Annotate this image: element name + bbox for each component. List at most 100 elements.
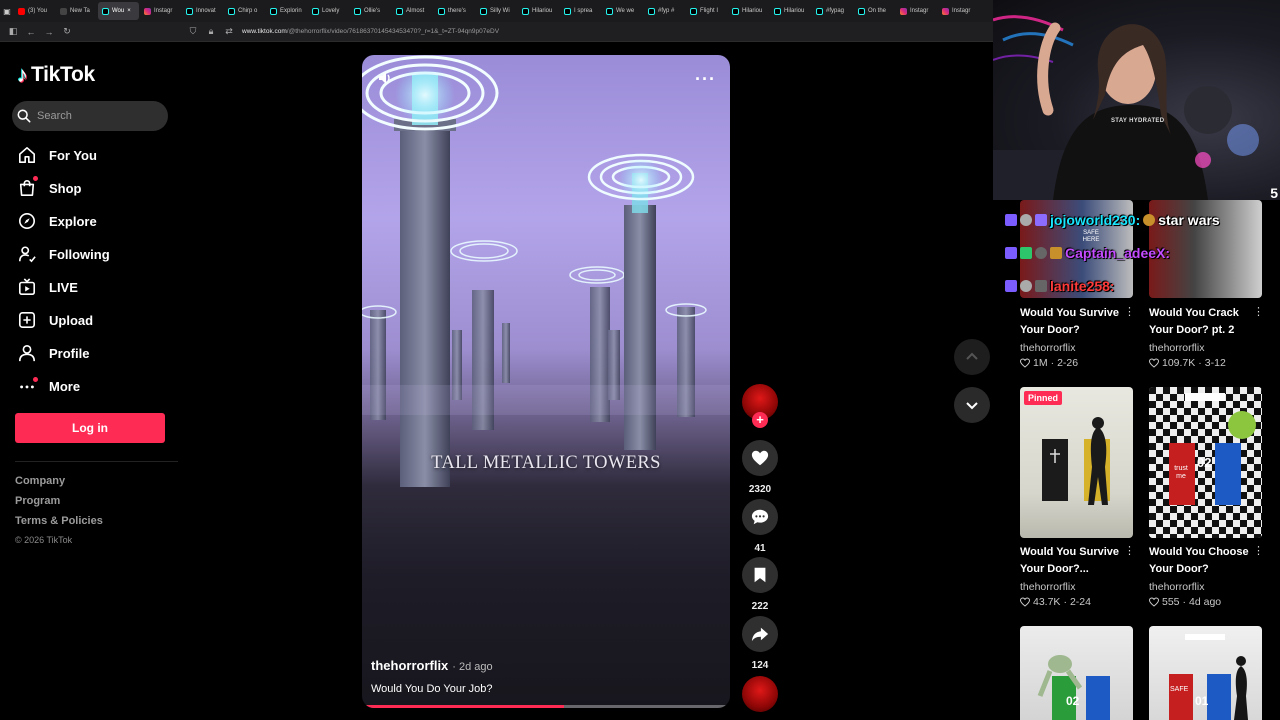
- related-author-4[interactable]: thehorrorflix: [1149, 581, 1204, 593]
- follow-button[interactable]: +: [752, 412, 768, 428]
- comment-button[interactable]: [742, 499, 778, 535]
- upload-icon: [18, 311, 36, 329]
- stats-separator: ·: [1182, 596, 1187, 608]
- related-more-icon[interactable]: ⋮: [1253, 544, 1264, 557]
- sidebar-item-more[interactable]: More: [18, 374, 80, 398]
- next-video-button[interactable]: [954, 387, 990, 423]
- browser-tab[interactable]: Innovat: [182, 2, 223, 20]
- sidebar-item-for-you[interactable]: For You: [18, 143, 97, 167]
- browser-tab[interactable]: Lovely: [308, 2, 349, 20]
- like-button[interactable]: [742, 440, 778, 476]
- permissions-icon[interactable]: ⇄: [224, 26, 234, 37]
- sidebar-item-upload[interactable]: Upload: [18, 308, 93, 332]
- related-thumb-6[interactable]: SAFE 01: [1149, 626, 1262, 720]
- save-button[interactable]: [742, 557, 778, 593]
- sidebar-item-shop[interactable]: Shop: [18, 176, 82, 200]
- login-button[interactable]: Log in: [15, 413, 165, 443]
- thumb-number: 02: [1197, 455, 1212, 470]
- tiktok-logo[interactable]: ♪ TikTok: [17, 62, 95, 88]
- browser-tab[interactable]: Instagr: [938, 2, 979, 20]
- thumb-sign-text: SAFE HERE: [1082, 230, 1100, 243]
- search-box[interactable]: [12, 101, 168, 131]
- video-player[interactable]: ··· TALL METALLIC TOWERS thehorrorflix ·…: [362, 55, 730, 708]
- lock-icon[interactable]: 🔒︎: [206, 26, 216, 37]
- browser-tab[interactable]: Hilariou: [518, 2, 559, 20]
- sidebar-item-explore[interactable]: Explore: [18, 209, 97, 233]
- related-author-3[interactable]: thehorrorflix: [1020, 581, 1075, 593]
- search-input[interactable]: [37, 110, 147, 122]
- sidebar-toggle-icon[interactable]: ◧: [8, 26, 18, 37]
- tiktok-favicon-icon: [774, 7, 781, 15]
- like-action[interactable]: 2320: [742, 440, 778, 495]
- volume-icon[interactable]: [377, 70, 393, 86]
- browser-tab[interactable]: Hilariou: [728, 2, 769, 20]
- share-button[interactable]: [742, 616, 778, 652]
- browser-tab[interactable]: Hilariou: [770, 2, 811, 20]
- music-disc-avatar[interactable]: [742, 676, 778, 712]
- forward-arrow-icon[interactable]: →: [44, 27, 54, 37]
- save-action[interactable]: 222: [742, 557, 778, 612]
- browser-tab[interactable]: On the: [854, 2, 895, 20]
- browser-tab[interactable]: Flight I: [686, 2, 727, 20]
- browser-tab[interactable]: Ollie's: [350, 2, 391, 20]
- browser-tab[interactable]: (3) You: [14, 2, 55, 20]
- shield-icon[interactable]: ⛉: [188, 26, 198, 37]
- share-arrow-icon: [751, 627, 769, 642]
- related-title-2[interactable]: Would You Crack Your Door? pt. 2: [1149, 305, 1253, 339]
- related-more-icon[interactable]: ⋮: [1124, 544, 1135, 557]
- close-tab-icon[interactable]: ×: [127, 8, 131, 14]
- back-arrow-icon[interactable]: ←: [26, 27, 36, 37]
- chat-badge-icon: [1050, 247, 1062, 259]
- related-author-1[interactable]: thehorrorflix: [1020, 342, 1075, 354]
- comment-count: 41: [754, 543, 766, 554]
- browser-tab[interactable]: I sprea: [560, 2, 601, 20]
- browser-tab[interactable]: there's: [434, 2, 475, 20]
- browser-tab[interactable]: Instagr: [896, 2, 937, 20]
- related-likes: 555: [1162, 596, 1180, 608]
- url-field[interactable]: www.tiktok.com/@thehorrorflix/video/7618…: [242, 28, 499, 35]
- related-title-1[interactable]: Would You Survive Your Door?: [1020, 305, 1124, 339]
- sidebar-item-label: Shop: [49, 180, 82, 196]
- shop-notification-dot: [33, 176, 38, 181]
- sidebar-item-profile[interactable]: Profile: [18, 341, 89, 365]
- instagram-favicon-icon: [900, 7, 907, 15]
- sidebar-divider: [15, 461, 178, 462]
- footer-link-company[interactable]: Company: [15, 475, 65, 487]
- browser-tab[interactable]: Instagr: [140, 2, 181, 20]
- browser-tab[interactable]: Silly Wi: [476, 2, 517, 20]
- search-icon[interactable]: [17, 109, 31, 123]
- video-author-name[interactable]: thehorrorflix: [371, 658, 448, 673]
- tab-label: Hilariou: [784, 8, 805, 14]
- related-author-2[interactable]: thehorrorflix: [1149, 342, 1204, 354]
- sidebar-item-live[interactable]: LIVE: [18, 275, 78, 299]
- tab-label: Ollie's: [364, 8, 381, 14]
- related-thumb-5[interactable]: 02: [1020, 626, 1133, 720]
- browser-tab[interactable]: Wou ×: [98, 2, 139, 20]
- comment-action[interactable]: 41: [742, 499, 778, 554]
- chat-badge-icon: [1005, 280, 1017, 292]
- related-title-3[interactable]: Would You Survive Your Door?...: [1020, 544, 1124, 578]
- related-thumb-3[interactable]: [1020, 387, 1133, 538]
- browser-tab[interactable]: New Ta: [56, 2, 97, 20]
- reload-icon[interactable]: ↻: [62, 26, 72, 37]
- browser-tab[interactable]: We we: [602, 2, 643, 20]
- footer-link-terms[interactable]: Terms & Policies: [15, 515, 103, 527]
- tab-strip: (3) You New Ta Wou × Instagr Innovat Chirp o Ex…: [14, 2, 979, 20]
- related-more-icon[interactable]: ⋮: [1124, 305, 1135, 318]
- footer-link-program[interactable]: Program: [15, 495, 60, 507]
- browser-tab[interactable]: #fyp #: [644, 2, 685, 20]
- sidebar-item-following[interactable]: Following: [18, 242, 110, 266]
- previous-video-button[interactable]: [954, 339, 990, 375]
- tab-actions-icon[interactable]: ▣: [0, 7, 14, 16]
- video-progress-bar[interactable]: [362, 705, 730, 708]
- browser-tab[interactable]: Chirp o: [224, 2, 265, 20]
- related-title-4[interactable]: Would You Choose Your Door?: [1149, 544, 1253, 578]
- browser-tab[interactable]: #fypag: [812, 2, 853, 20]
- related-thumb-4[interactable]: trust me 02: [1149, 387, 1262, 538]
- tab-label: New Ta: [70, 8, 90, 14]
- browser-tab[interactable]: Explorin: [266, 2, 307, 20]
- browser-tab[interactable]: Almost: [392, 2, 433, 20]
- video-more-icon[interactable]: ···: [695, 69, 716, 90]
- related-more-icon[interactable]: ⋮: [1253, 305, 1264, 318]
- share-action[interactable]: 124: [742, 616, 778, 671]
